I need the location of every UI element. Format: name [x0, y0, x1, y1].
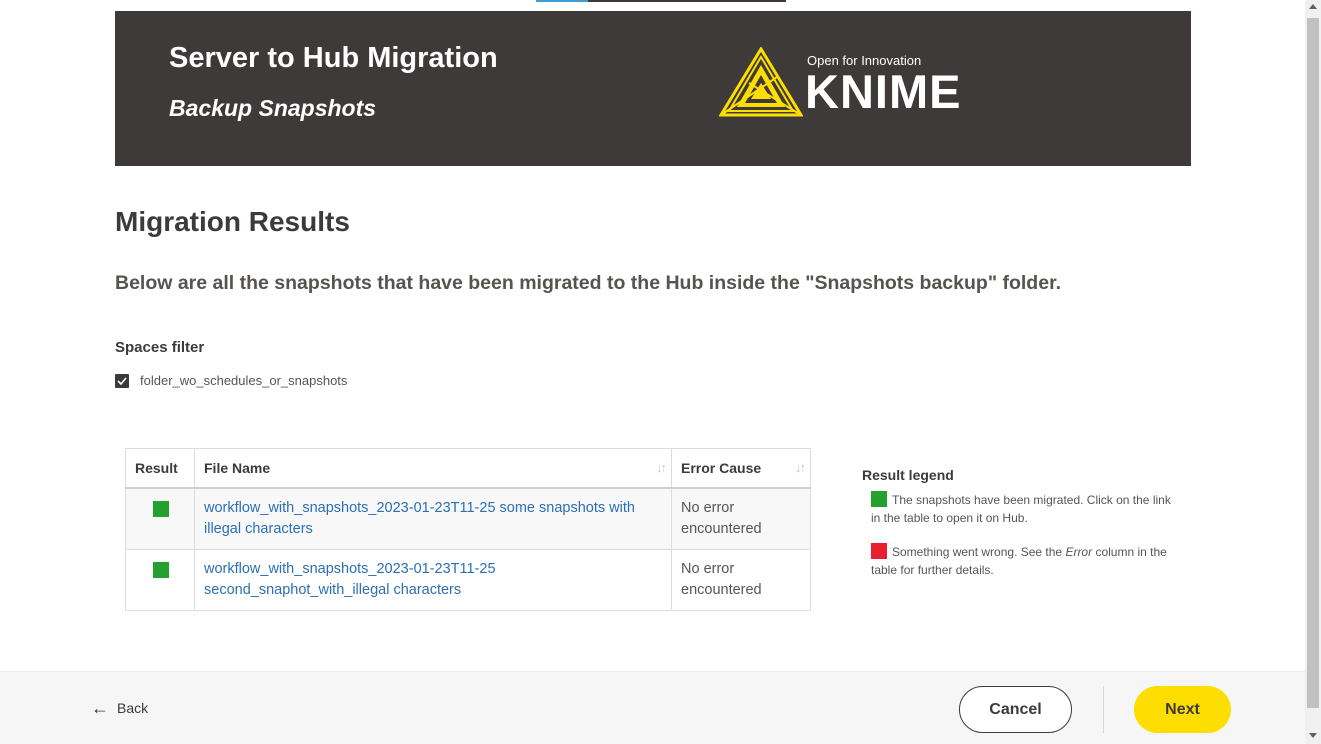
table-row: workflow_with_snapshots_2023-01-23T11-25… — [125, 548, 811, 611]
section-title: Migration Results — [115, 206, 350, 237]
column-header-result: Result — [125, 448, 195, 488]
sort-icon[interactable]: ↓↑ — [795, 460, 806, 475]
spaces-filter-option[interactable]: folder_wo_schedules_or_snapshots — [115, 373, 347, 388]
sort-icon[interactable]: ↓↑ — [656, 460, 667, 475]
column-header-file-name-label: File Name — [204, 459, 271, 476]
knime-wordmark: KNIME — [805, 65, 962, 118]
file-name-cell: workflow_with_snapshots_2023-01-23T11-25… — [194, 487, 672, 550]
scroll-thumb[interactable] — [1307, 18, 1319, 708]
back-button[interactable]: ← Back — [91, 698, 149, 718]
error-cause-text: No error encountered — [681, 499, 762, 537]
legend-text: The snapshots have been migrated. Click … — [871, 493, 1171, 525]
scroll-up-icon[interactable] — [1309, 4, 1317, 9]
vertical-scrollbar[interactable] — [1305, 0, 1321, 744]
cancel-button[interactable]: Cancel — [959, 686, 1072, 733]
error-cause-cell: No error encountered — [671, 487, 811, 550]
scroll-down-icon[interactable] — [1309, 733, 1317, 738]
next-button[interactable]: Next — [1134, 686, 1231, 733]
file-name-cell: workflow_with_snapshots_2023-01-23T11-25… — [194, 548, 672, 611]
back-label: Back — [117, 700, 149, 716]
table-header-row: Result File Name ↓↑ Error Cause ↓↑ — [125, 448, 811, 488]
column-header-error-cause-label: Error Cause — [681, 459, 762, 476]
knime-logo-icon — [719, 47, 803, 117]
results-table: Result File Name ↓↑ Error Cause ↓↑ workf… — [125, 448, 811, 611]
header-subtitle: Backup Snapshots — [169, 95, 377, 121]
column-header-error-cause[interactable]: Error Cause ↓↑ — [671, 448, 811, 488]
result-cell — [125, 548, 195, 611]
knime-logo: Open for Innovation KNIME — [719, 47, 989, 119]
checkbox-checked-icon[interactable] — [115, 373, 129, 388]
back-arrow-icon: ← — [91, 698, 109, 718]
error-swatch-icon — [871, 543, 887, 559]
spaces-filter-label[interactable]: folder_wo_schedules_or_snapshots — [140, 373, 347, 388]
spaces-filter-title: Spaces filter — [115, 339, 205, 356]
error-cause-cell: No error encountered — [671, 548, 811, 611]
success-swatch-icon — [871, 491, 887, 507]
header-title: Server to Hub Migration — [169, 42, 498, 74]
top-progress-fill — [536, 0, 588, 2]
legend-item-success: The snapshots have been migrated. Click … — [862, 491, 1172, 527]
section-description: Below are all the snapshots that have be… — [115, 272, 1061, 294]
success-status-icon — [152, 500, 169, 517]
column-header-file-name[interactable]: File Name ↓↑ — [194, 448, 672, 488]
legend-emphasis: Error — [1065, 545, 1093, 559]
footer-divider — [1103, 686, 1104, 733]
error-cause-text: No error encountered — [681, 560, 762, 598]
table-row: workflow_with_snapshots_2023-01-23T11-25… — [125, 487, 811, 550]
legend-item-error: Something went wrong. See the Error colu… — [862, 543, 1172, 579]
success-status-icon — [152, 561, 169, 578]
result-legend: Result legend The snapshots have been mi… — [862, 467, 1172, 595]
footer-bar: ← Back Cancel Next — [0, 671, 1305, 744]
file-link[interactable]: workflow_with_snapshots_2023-01-23T11-25… — [204, 500, 635, 537]
file-link[interactable]: workflow_with_snapshots_2023-01-23T11-25… — [204, 561, 496, 598]
legend-text: Something went wrong. See the — [892, 545, 1066, 559]
header-banner: Server to Hub Migration Backup Snapshots… — [115, 11, 1191, 166]
top-progress-bar — [536, 0, 786, 2]
legend-title: Result legend — [862, 467, 954, 483]
result-cell — [125, 487, 195, 550]
